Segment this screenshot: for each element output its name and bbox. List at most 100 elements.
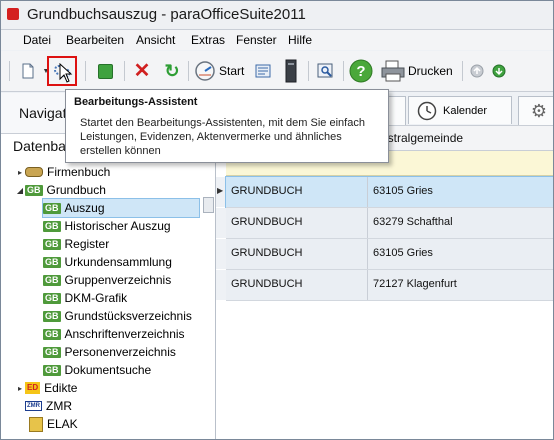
menu-bearbeiten[interactable]: Bearbeiten	[66, 33, 124, 47]
column-divider	[367, 239, 368, 269]
toolbar-separator	[462, 61, 463, 81]
zmr-icon: ZMR	[25, 401, 42, 411]
menu-ansicht[interactable]: Ansicht	[136, 33, 175, 47]
tree-item-edikte[interactable]: ▸ ED Edikte	[15, 379, 78, 397]
grundbuch-icon: GB	[43, 220, 61, 232]
app-window: Grundbuchsauszug - paraOfficeSuite2011 D…	[0, 0, 554, 440]
firmenbuch-icon	[25, 167, 43, 177]
new-document-button[interactable]	[17, 59, 39, 83]
clock-icon	[417, 101, 437, 120]
expand-icon[interactable]: ▸	[15, 384, 25, 393]
tree-item-label: Register	[64, 237, 110, 251]
delete-icon: ✕	[133, 60, 151, 82]
list-icon	[255, 64, 271, 78]
print-button[interactable]: Drucken	[381, 59, 457, 83]
list-button[interactable]	[253, 59, 273, 83]
tree-item-label: Urkundensammlung	[64, 255, 172, 269]
tree-item-label: ELAK	[47, 417, 78, 431]
menu-extras[interactable]: Extras	[191, 33, 225, 47]
refresh-icon: ↻	[164, 61, 180, 81]
column-divider	[367, 177, 368, 207]
grundbuch-icon: GB	[43, 346, 61, 358]
expand-icon[interactable]: ▸	[15, 168, 25, 177]
tree-item-historischer-auszug[interactable]: GB Historischer Auszug	[43, 217, 171, 235]
tree-item-auszug[interactable]: GB Auszug	[42, 198, 200, 218]
tree-item-gruppenverzeichnis[interactable]: GB Gruppenverzeichnis	[43, 271, 171, 289]
tree-item-anschriftenverzeichnis[interactable]: GB Anschriftenverzeichnis	[43, 325, 185, 343]
refresh-button[interactable]: ↻	[161, 59, 183, 83]
tree-item-grundstuecksverzeichnis[interactable]: GB Grundstücksverzeichnis	[43, 307, 192, 325]
tree-item-register[interactable]: GB Register	[43, 235, 109, 253]
table-row[interactable]: GRUNDBUCH 63105 Gries	[225, 176, 553, 209]
server-button[interactable]	[281, 59, 301, 83]
tree-scrollbar[interactable]	[203, 197, 214, 213]
tab-settings[interactable]: ⚙	[518, 96, 553, 125]
column-divider	[367, 208, 368, 238]
new-document-icon	[22, 63, 34, 79]
tree-item-dkm-grafik[interactable]: GB DKM-Grafik	[43, 289, 127, 307]
assistant-tooltip: Bearbeitungs-Assistent Startet den Bearb…	[65, 89, 389, 163]
tree-item-label: ZMR	[46, 399, 72, 413]
tooltip-title: Bearbeitungs-Assistent	[74, 96, 198, 108]
tab-kalender-label: Kalender	[443, 104, 488, 117]
tree-item-label: Personenverzeichnis	[64, 345, 176, 359]
delete-button[interactable]: ✕	[131, 59, 153, 83]
grundbuch-icon: GB	[43, 364, 61, 376]
window-title: Grundbuchsauszug - paraOfficeSuite2011	[27, 6, 306, 23]
help-button[interactable]: ?	[348, 59, 374, 83]
start-label: Start	[219, 64, 245, 78]
arrow-down-icon	[492, 64, 506, 78]
tree-item-label: DKM-Grafik	[64, 291, 128, 305]
table-cell: 72127 Klagenfurt	[373, 278, 457, 290]
menu-datei[interactable]: Datei	[23, 33, 51, 47]
previous-button[interactable]	[468, 59, 486, 83]
arrow-up-icon	[470, 64, 484, 78]
menu-hilfe[interactable]: Hilfe	[288, 33, 312, 47]
tree-item-elak[interactable]: ELAK	[29, 415, 78, 433]
tab-previous[interactable]	[386, 96, 406, 125]
column-divider	[367, 270, 368, 300]
menu-bar: Datei Bearbeiten Ansicht Extras Fenster …	[1, 30, 553, 50]
print-label: Drucken	[408, 64, 453, 78]
table-row[interactable]: GRUNDBUCH 72127 Klagenfurt	[226, 270, 553, 301]
grundbuch-icon: GB	[43, 274, 61, 286]
title-bar: Grundbuchsauszug - paraOfficeSuite2011	[1, 1, 553, 30]
start-button[interactable]: Start	[194, 59, 248, 83]
help-icon: ?	[349, 59, 373, 83]
toolbar-separator	[85, 61, 86, 81]
tree-item-zmr[interactable]: ZMR ZMR	[25, 397, 72, 415]
table-row[interactable]: GRUNDBUCH 63105 Gries	[226, 239, 553, 270]
server-icon	[285, 59, 297, 83]
edikte-icon: ED	[25, 382, 41, 394]
grundbuch-icon: GB	[43, 202, 61, 214]
next-button[interactable]	[490, 59, 508, 83]
tree-item-label: Edikte	[44, 381, 78, 395]
tree-item-label: Gruppenverzeichnis	[64, 273, 172, 287]
grundbuch-icon: GB	[43, 256, 61, 268]
toolbar-separator	[9, 61, 10, 81]
svg-text:?: ?	[356, 63, 365, 80]
tree-item-firmenbuch[interactable]: ▸ Firmenbuch	[15, 163, 110, 181]
tree-item-dokumentsuche[interactable]: GB Dokumentsuche	[43, 361, 151, 379]
menu-fenster[interactable]: Fenster	[236, 33, 277, 47]
table-row[interactable]: GRUNDBUCH 63279 Schafthal	[226, 208, 553, 239]
grundbuch-icon: GB	[25, 184, 43, 196]
grundbuch-icon: GB	[43, 328, 61, 340]
tree-item-grundbuch[interactable]: ◢ GB Grundbuch	[15, 181, 106, 199]
grundbuch-icon: GB	[43, 292, 61, 304]
toolbar: ▼ ✕ ↻ Start ? Drucken	[1, 51, 553, 92]
toolbar-separator	[343, 61, 344, 81]
database-title: Datenba	[13, 138, 66, 154]
tree-item-label: Firmenbuch	[47, 165, 111, 179]
collapse-icon[interactable]: ◢	[15, 186, 25, 195]
tree-item-personenverzeichnis[interactable]: GB Personenverzeichnis	[43, 343, 176, 361]
start-icon	[195, 61, 215, 81]
table-cell: GRUNDBUCH	[231, 278, 303, 290]
tree-item-urkundensammlung[interactable]: GB Urkundensammlung	[43, 253, 172, 271]
grundbuch-icon: GB	[43, 310, 61, 322]
green-square-button[interactable]	[94, 59, 116, 83]
search-person-button[interactable]	[315, 59, 337, 83]
green-square-icon	[97, 63, 113, 79]
toolbar-separator	[308, 61, 309, 81]
tab-kalender[interactable]: Kalender	[408, 96, 512, 124]
